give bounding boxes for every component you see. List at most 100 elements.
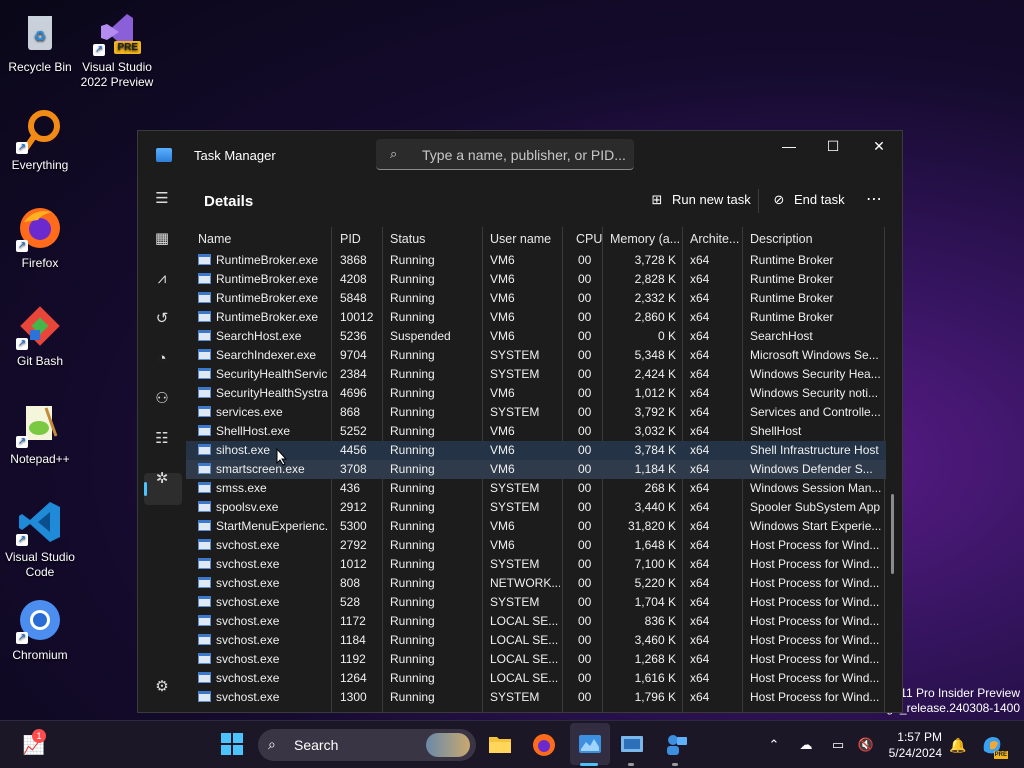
desktop-icon-git-bash[interactable]: ↗ Git Bash [0, 302, 80, 369]
chromium-icon: ↗ [16, 596, 64, 644]
column-header-cpu[interactable]: CPU [576, 232, 602, 246]
desktop-icon-notepad-plus-plus[interactable]: ↗ Notepad++ [0, 400, 80, 467]
table-row[interactable]: StartMenuExperienc... 5300 Running VM6 00 31,… [186, 517, 886, 536]
cell-cpu: 00 [578, 633, 592, 647]
desktop-icon-firefox[interactable]: ↗ Firefox [0, 204, 80, 271]
cell-pid: 1300 [340, 690, 367, 704]
hamburger-menu-icon[interactable]: ☰ [150, 187, 174, 211]
cell-user-name: LOCAL SE... [490, 633, 559, 647]
file-explorer-icon[interactable] [488, 733, 512, 757]
chevron-up-icon[interactable]: ⌃ [762, 733, 786, 757]
table-row[interactable]: smartscreen.exe 3708 Running VM6 00 1,184 K x6… [186, 460, 886, 479]
table-row[interactable]: smss.exe 436 Running SYSTEM 00 268 K x64 Window… [186, 479, 886, 498]
table-row[interactable]: RuntimeBroker.exe 10012 Running VM6 00 2,860 … [186, 308, 886, 327]
firefox-taskbar-icon[interactable] [532, 733, 556, 757]
process-name: svchost.exe [216, 614, 280, 628]
table-row[interactable]: RuntimeBroker.exe 3868 Running VM6 00 3,728 K… [186, 251, 886, 270]
run-new-task-button[interactable]: ⊞ Run new task [648, 192, 751, 208]
taskbar: 📈 1 ⌕ Search ⌃ ☁ ▭ 🔇 1:57 PM 5/24/2024 🔔… [0, 720, 1024, 768]
table-row[interactable]: svchost.exe 1300 Running SYSTEM 00 1,796 K x64… [186, 688, 886, 707]
table-row[interactable]: svchost.exe 1264 Running LOCAL SE... 00 1,616… [186, 669, 886, 688]
table-row[interactable]: svchost.exe 808 Running NETWORK... 00 5,220 K… [186, 574, 886, 593]
table-row[interactable]: svchost.exe 1192 Running LOCAL SE... 00 1,268… [186, 650, 886, 669]
cell-architecture: x64 [690, 291, 710, 305]
table-scrollbar[interactable] [891, 494, 894, 574]
desktop-icon-visual-studio-preview[interactable]: PRE ↗ Visual Studio 2022 Preview [77, 8, 157, 90]
table-row[interactable]: services.exe 868 Running SYSTEM 00 3,792 K x64… [186, 403, 886, 422]
desktop-icon-vscode[interactable]: ↗ Visual Studio Code [0, 498, 80, 580]
command-separator [758, 189, 759, 213]
table-row[interactable]: svchost.exe 2792 Running VM6 00 1,648 K x64 Hos… [186, 536, 886, 555]
process-name: svchost.exe [216, 690, 280, 704]
users-icon[interactable]: ⚇ [150, 387, 174, 411]
minimize-button[interactable]: — [766, 131, 812, 163]
copilot-icon[interactable]: PRE [980, 733, 1008, 759]
notification-bell-icon[interactable]: 🔔 [946, 733, 970, 757]
cell-memory: 2,424 K [634, 367, 676, 381]
close-button[interactable]: ✕ [856, 131, 902, 163]
table-row[interactable]: sihost.exe 4456 Running VM6 00 3,784 K x64 Shel… [186, 441, 886, 460]
desktop-icon-recycle-bin[interactable]: ♻ Recycle Bin [0, 8, 80, 75]
network-disconnected-icon[interactable]: ☁ [794, 733, 818, 757]
desktop-icon-label: Firefox [21, 256, 59, 270]
table-row[interactable]: svchost.exe 528 Running SYSTEM 00 1,704 K x64 H… [186, 593, 886, 612]
startup-apps-icon[interactable]: ◔ [150, 347, 174, 371]
table-row[interactable]: RuntimeBroker.exe 5848 Running VM6 00 2,332 K… [186, 289, 886, 308]
system-clock[interactable]: 1:57 PM 5/24/2024 [882, 729, 942, 761]
display-icon[interactable]: ▭ [826, 733, 850, 757]
column-header-status[interactable]: Status [390, 232, 425, 246]
table-row[interactable]: spoolsv.exe 2912 Running SYSTEM 00 3,440 K x64… [186, 498, 886, 517]
cell-architecture: x64 [690, 329, 710, 343]
table-row[interactable]: svchost.exe 1184 Running LOCAL SE... 00 3,460… [186, 631, 886, 650]
column-header-name[interactable]: Name [198, 232, 231, 246]
more-options-button[interactable]: ⋯ [866, 189, 882, 209]
desktop-icon-everything[interactable]: ↗ Everything [0, 106, 80, 173]
cell-memory: 1,648 K [634, 538, 676, 552]
cell-name: SecurityHealthServic... [198, 367, 328, 381]
column-header-architecture[interactable]: Archite... [690, 232, 739, 246]
column-header-memory[interactable]: Memory (a... [610, 232, 680, 246]
shortcut-arrow-icon: ↗ [16, 338, 28, 350]
task-manager-taskbar-icon[interactable] [578, 733, 602, 757]
settings-icon[interactable]: ⚙ [150, 675, 174, 699]
process-icon [198, 254, 211, 265]
table-row[interactable]: ShellHost.exe 5252 Running VM6 00 3,032 K x64 S… [186, 422, 886, 441]
cell-user-name: SYSTEM [490, 481, 540, 495]
end-task-button[interactable]: ⊘ End task [770, 192, 845, 208]
cell-architecture: x64 [690, 595, 710, 609]
performance-icon[interactable]: ⩘ [150, 267, 174, 291]
app-history-icon[interactable]: ↺ [150, 307, 174, 331]
table-row[interactable]: RuntimeBroker.exe 4208 Running VM6 00 2,828 K… [186, 270, 886, 289]
taskbar-search-box[interactable]: ⌕ Search [258, 729, 476, 761]
table-row[interactable]: SearchIndexer.exe 9704 Running SYSTEM 00 5,34… [186, 346, 886, 365]
table-row[interactable]: SearchHost.exe 5236 Suspended VM6 00 0 K x64 Se… [186, 327, 886, 346]
cell-pid: 1172 [340, 614, 366, 628]
table-row[interactable]: svchost.exe 1012 Running SYSTEM 00 7,100 K x64… [186, 555, 886, 574]
table-row[interactable]: SecurityHealthServic... 2384 Running SYSTEM… [186, 365, 886, 384]
cell-user-name: VM6 [490, 519, 515, 533]
cell-architecture: x64 [690, 386, 710, 400]
table-row[interactable]: SecurityHealthSystra... 4696 Running VM6 00 1… [186, 384, 886, 403]
cell-cpu: 00 [578, 690, 592, 704]
cell-memory: 3,460 K [634, 633, 676, 647]
desktop-icon-chromium[interactable]: ↗ Chromium [0, 596, 80, 663]
column-header-pid[interactable]: PID [340, 232, 361, 246]
services-icon[interactable]: ✲ [150, 467, 174, 491]
search-input[interactable]: ⌕ Type a name, publisher, or PID... [376, 139, 634, 170]
table-row[interactable]: svchost.exe 1172 Running LOCAL SE... 00 836 K… [186, 612, 886, 631]
maximize-button[interactable]: ☐ [810, 131, 856, 163]
processes-icon[interactable]: ▦ [150, 227, 174, 251]
cell-cpu: 00 [578, 291, 592, 305]
quick-assist-icon[interactable] [664, 733, 688, 757]
desktop-icon-label: Git Bash [16, 354, 64, 368]
column-header-user-name[interactable]: User name [490, 232, 551, 246]
title-bar[interactable]: Task Manager ⌕ Type a name, publisher, o… [138, 131, 902, 179]
start-button[interactable] [220, 733, 244, 757]
column-header-description[interactable]: Description [750, 232, 813, 246]
control-panel-icon[interactable] [620, 733, 644, 757]
cell-description: Runtime Broker [750, 253, 834, 267]
details-icon[interactable]: ☷ [150, 427, 174, 451]
process-icon [198, 463, 211, 474]
volume-muted-icon[interactable]: 🔇 [854, 733, 878, 757]
watermark-line: 11 Pro Insider Preview [900, 686, 1020, 700]
